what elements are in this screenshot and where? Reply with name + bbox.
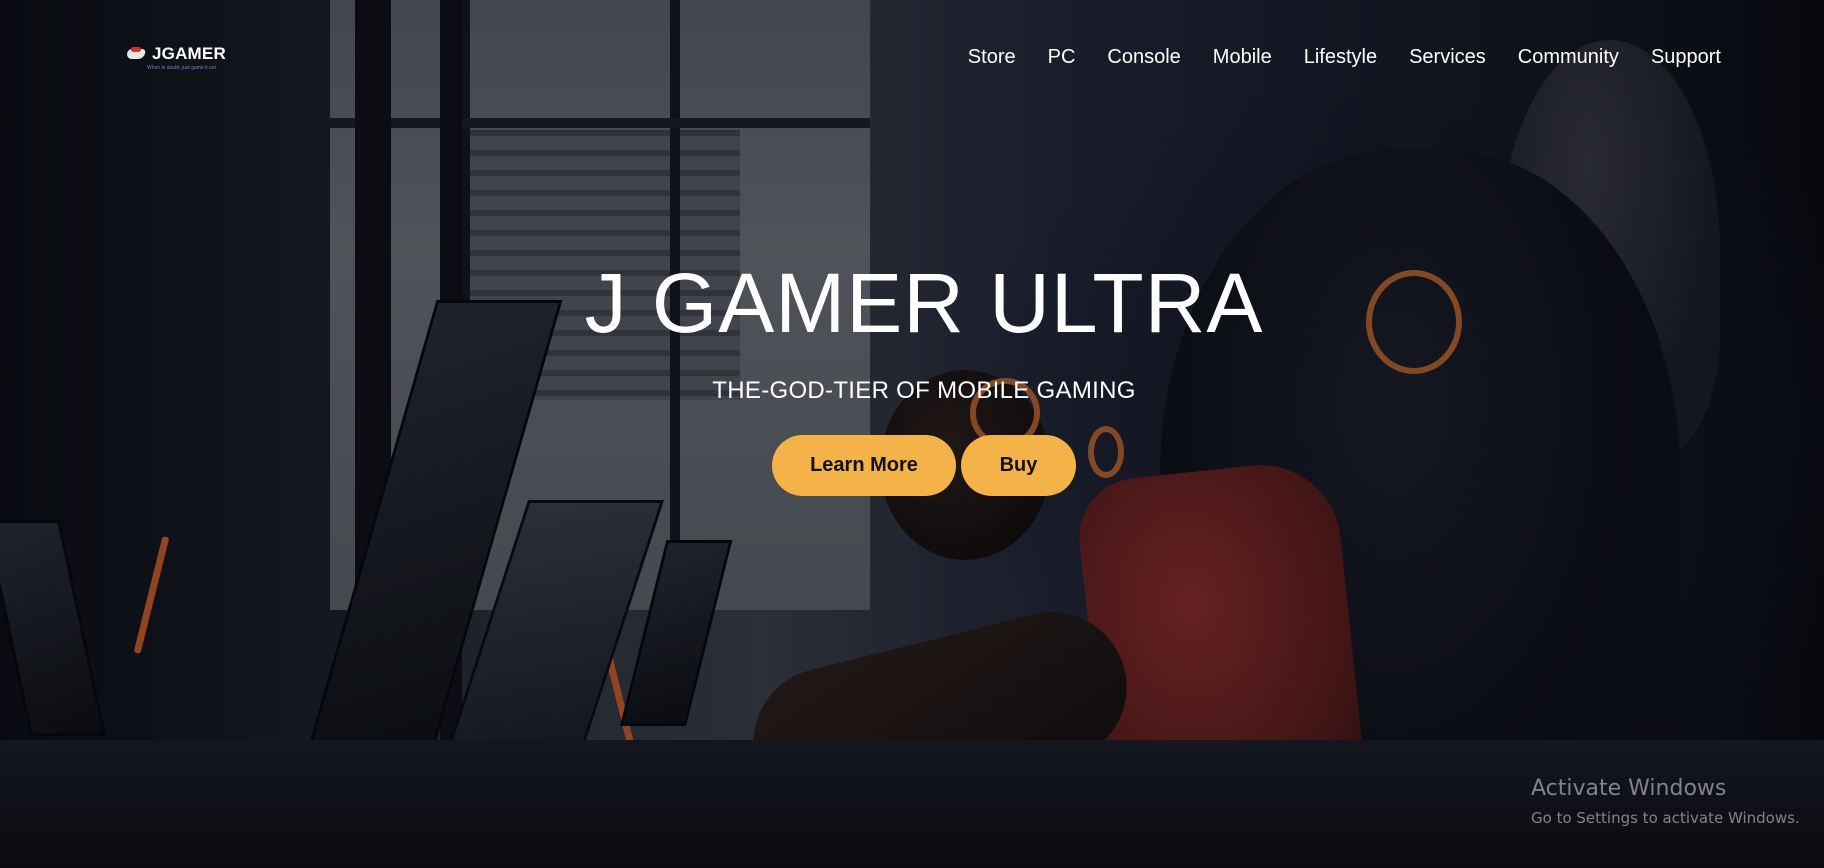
logo-tagline: When in doubt, just game it out [147, 65, 216, 71]
logo[interactable]: JGAMER When in doubt, just game it out [125, 44, 226, 71]
nav-item-support[interactable]: Support [1635, 46, 1721, 69]
nav-item-mobile[interactable]: Mobile [1197, 46, 1288, 69]
nav-links: Store PC Console Mobile Lifestyle Servic… [952, 46, 1721, 69]
nav-item-pc[interactable]: PC [1032, 46, 1092, 69]
hero-buttons: Learn More Buy [0, 435, 1824, 496]
hero-subtitle: THE-GOD-TIER OF MOBILE GAMING [712, 377, 1136, 404]
buy-button[interactable]: Buy [961, 435, 1076, 496]
navbar: JGAMER When in doubt, just game it out S… [0, 0, 1824, 110]
hero-title: J GAMER ULTRA [584, 256, 1264, 350]
controller-logo-icon [125, 47, 149, 61]
nav-item-console[interactable]: Console [1091, 46, 1196, 69]
nav-item-store[interactable]: Store [952, 46, 1032, 69]
logo-text: JGAMER [152, 44, 226, 63]
logo-row: JGAMER [125, 44, 226, 64]
nav-item-lifestyle[interactable]: Lifestyle [1288, 46, 1393, 69]
nav-item-community[interactable]: Community [1502, 46, 1635, 69]
watermark-title: Activate Windows [1531, 776, 1727, 801]
activate-windows-watermark: Activate Windows Go to Settings to activ… [1531, 775, 1800, 827]
hero-section: J GAMER ULTRA THE-GOD-TIER OF MOBILE GAM… [0, 255, 1824, 496]
landing-page: JGAMER When in doubt, just game it out S… [0, 0, 1824, 868]
watermark-subtitle: Go to Settings to activate Windows. [1531, 809, 1800, 827]
learn-more-button[interactable]: Learn More [772, 435, 956, 496]
nav-item-services[interactable]: Services [1393, 46, 1502, 69]
